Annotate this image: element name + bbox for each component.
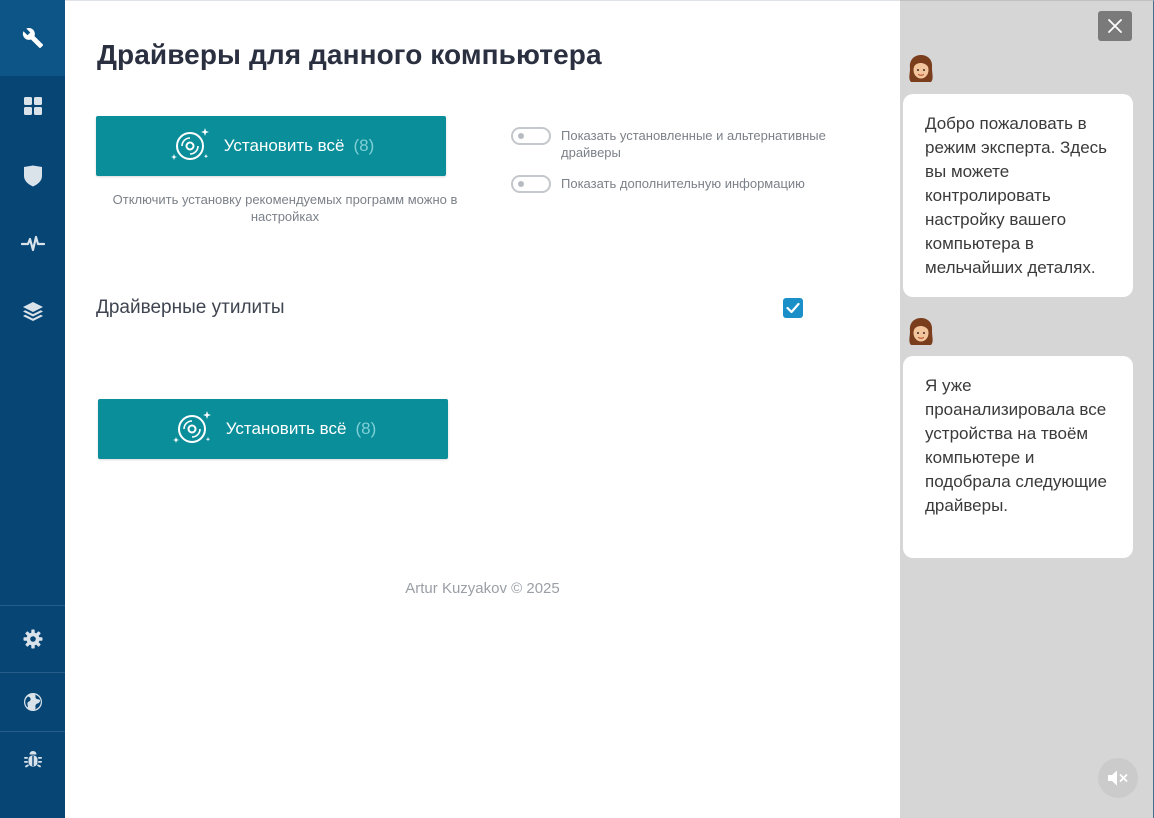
sidebar-item-language[interactable]: [0, 673, 65, 731]
sidebar: [0, 0, 65, 818]
checkmark-icon: [786, 302, 800, 314]
sidebar-item-drivers[interactable]: [0, 0, 65, 76]
main-panel: Драйверы для данного компьютера Установи…: [65, 0, 900, 818]
close-button[interactable]: [1098, 11, 1132, 41]
utilities-checkbox[interactable]: [783, 298, 803, 318]
gear-icon: [23, 629, 42, 649]
install-note: Отключить установку рекомендуемых програ…: [112, 192, 458, 224]
avatar-woman-icon: [909, 55, 933, 82]
layers-icon: [22, 302, 43, 321]
sidebar-item-software[interactable]: [0, 282, 65, 342]
install-all-button[interactable]: Установить всё (8): [96, 116, 446, 176]
toggle-show-installed-row: Показать установленные и альтернативные …: [511, 127, 861, 161]
page-title: Драйверы для данного компьютера: [97, 39, 602, 70]
mute-button[interactable]: [1098, 758, 1138, 798]
install-all-count: (8): [353, 136, 375, 155]
install-all-label: Установить всё: [225, 419, 347, 438]
sidebar-item-diagnostics[interactable]: [0, 214, 65, 274]
shield-icon: [23, 165, 42, 187]
sidebar-item-dashboard[interactable]: [0, 76, 65, 136]
install-all-count: (8): [355, 419, 377, 438]
toggle-show-extra-info-row: Показать дополнительную информацию: [511, 175, 861, 193]
sidebar-item-settings[interactable]: [0, 606, 65, 672]
globe-icon: [23, 693, 42, 711]
toggle-show-installed-label: Показать установленные и альтернативные …: [561, 128, 826, 160]
avatar-woman-icon: [909, 318, 933, 345]
assistant-panel: Добро пожаловать в режим эксперта. Здесь…: [900, 0, 1154, 818]
pulse-icon: [20, 235, 45, 252]
sidebar-item-protection[interactable]: [0, 146, 65, 206]
speaker-mute-icon: [1108, 770, 1128, 786]
toggle-show-extra-info[interactable]: [511, 175, 551, 193]
toggle-show-installed[interactable]: [511, 127, 551, 145]
disc-sparkle-icon: [172, 411, 211, 443]
install-all-button-bottom[interactable]: Установить всё (8): [98, 399, 448, 459]
close-icon: [1108, 19, 1122, 33]
sidebar-item-report-bug[interactable]: [0, 732, 65, 788]
wrench-icon: [22, 28, 43, 49]
footer-copyright: Artur Kuzyakov © 2025: [405, 580, 560, 597]
install-all-label: Установить всё: [223, 136, 345, 155]
disc-sparkle-icon: [170, 128, 209, 160]
bug-icon: [23, 751, 42, 768]
utilities-title: Драйверные утилиты: [96, 297, 285, 318]
assistant-message: Добро пожаловать в режим эксперта. Здесь…: [903, 94, 1133, 297]
assistant-message: Я уже проанализировала все устройства на…: [903, 356, 1133, 558]
toggle-show-extra-info-label: Показать дополнительную информацию: [561, 176, 805, 191]
grid-icon: [23, 97, 42, 115]
